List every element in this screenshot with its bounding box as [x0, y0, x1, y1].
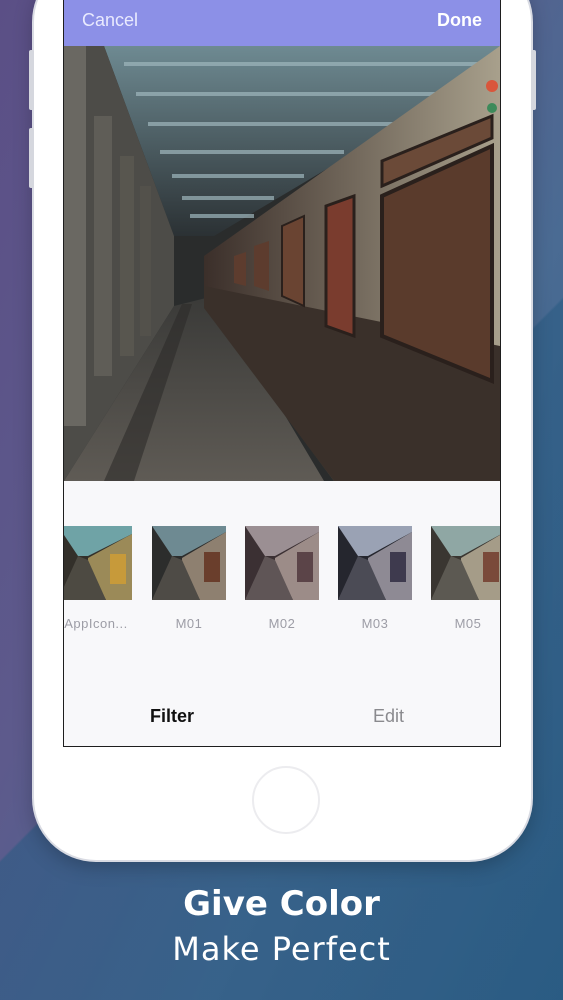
filter-thumb-m01[interactable]: [152, 526, 226, 600]
phone-home-button[interactable]: [252, 766, 320, 834]
done-button[interactable]: Done: [437, 10, 482, 31]
filter-preview-image: [338, 526, 412, 600]
filter-preview-image: [431, 526, 500, 600]
subway-photo-image: [64, 46, 500, 481]
navigation-bar: Cancel Done: [64, 0, 500, 46]
filter-label-m02: M02: [268, 616, 296, 631]
filter-thumb-m05[interactable]: [431, 526, 500, 600]
filter-label-m03: M03: [361, 616, 389, 631]
filter-label-appicon: AppIcon...: [64, 616, 128, 631]
promo-subtitle: Make Perfect: [172, 930, 391, 968]
phone-power-button: [531, 50, 536, 110]
filter-preview-image: [152, 526, 226, 600]
filter-strip: AppIcon... M01 M02 M03 M05: [64, 526, 500, 636]
tab-edit[interactable]: Edit: [373, 706, 404, 727]
tab-filter[interactable]: Filter: [150, 706, 194, 727]
app-screen: Cancel Done AppIcon... M01 M02 M03 M05 F…: [63, 0, 501, 747]
promo-title: Give Color: [183, 884, 380, 924]
filter-thumb-m02[interactable]: [245, 526, 319, 600]
cancel-button[interactable]: Cancel: [82, 10, 138, 31]
phone-side-button-lower: [29, 128, 34, 188]
main-photo: [64, 46, 500, 481]
filter-thumb-m03[interactable]: [338, 526, 412, 600]
filter-preview-image: [245, 526, 319, 600]
phone-side-button-upper: [29, 50, 34, 110]
filter-label-m01: M01: [175, 616, 203, 631]
filter-thumb-appicon[interactable]: [64, 526, 132, 600]
bottom-tab-bar: Filter Edit: [64, 690, 500, 746]
filter-preview-image: [64, 526, 132, 600]
filter-label-m05: M05: [454, 616, 482, 631]
